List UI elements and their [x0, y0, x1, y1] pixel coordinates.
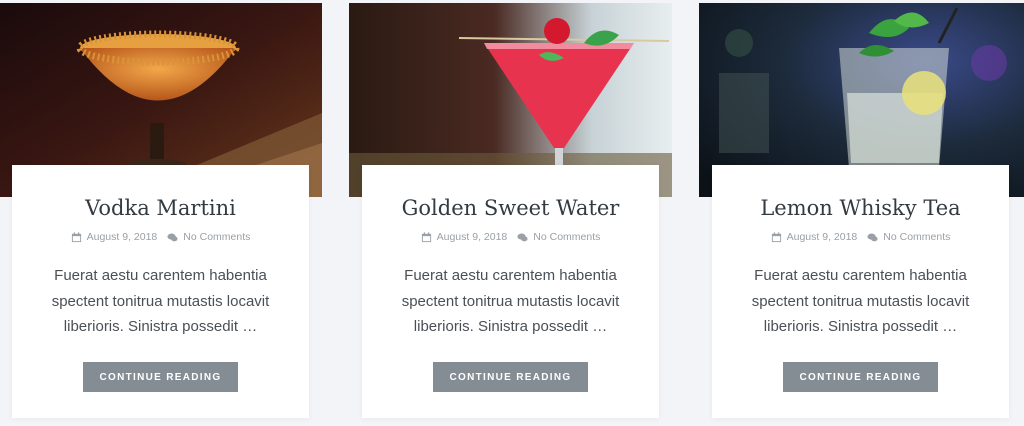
calendar-icon [771, 231, 781, 242]
post-title[interactable]: Golden Sweet Water [362, 193, 659, 223]
calendar-icon [71, 231, 81, 242]
comments-icon [867, 233, 878, 241]
post-meta: August 9, 2018 No Comments [362, 231, 659, 243]
post-title[interactable]: Vodka Martini [12, 193, 309, 223]
post-date: August 9, 2018 [71, 231, 158, 243]
post-date-text: August 9, 2018 [786, 231, 858, 243]
post-date: August 9, 2018 [771, 231, 858, 243]
comments-icon [517, 233, 528, 241]
post-comments-text: No Comments [183, 231, 251, 243]
post-comments[interactable]: No Comments [517, 231, 600, 243]
post-card-body: Lemon Whisky Tea August 9, 2018 No Comme… [712, 165, 1009, 418]
post-meta: August 9, 2018 No Comments [712, 231, 1009, 243]
post-meta: August 9, 2018 No Comments [12, 231, 309, 243]
post-comments-text: No Comments [533, 231, 601, 243]
post-card-1: Vodka Martini August 9, 2018 No Comments… [0, 0, 322, 426]
continue-reading-button[interactable]: CONTINUE READING [83, 362, 238, 392]
post-date: August 9, 2018 [421, 231, 508, 243]
comments-icon [167, 233, 178, 241]
post-date-text: August 9, 2018 [436, 231, 508, 243]
post-card-body: Vodka Martini August 9, 2018 No Comments… [12, 165, 309, 418]
post-comments[interactable]: No Comments [867, 231, 950, 243]
continue-reading-button[interactable]: CONTINUE READING [783, 362, 938, 392]
calendar-icon [421, 231, 431, 242]
post-date-text: August 9, 2018 [86, 231, 158, 243]
post-comments-text: No Comments [883, 231, 951, 243]
post-excerpt: Fuerat aestu carentem habentia spectent … [51, 267, 270, 335]
post-card-2: Golden Sweet Water August 9, 2018 No Com… [349, 0, 672, 426]
post-card-body: Golden Sweet Water August 9, 2018 No Com… [362, 165, 659, 418]
post-comments[interactable]: No Comments [167, 231, 250, 243]
continue-reading-button[interactable]: CONTINUE READING [433, 362, 588, 392]
post-excerpt: Fuerat aestu carentem habentia spectent … [751, 267, 970, 335]
post-title[interactable]: Lemon Whisky Tea [712, 193, 1009, 223]
post-excerpt: Fuerat aestu carentem habentia spectent … [401, 267, 620, 335]
post-card-3: Lemon Whisky Tea August 9, 2018 No Comme… [699, 0, 1024, 426]
